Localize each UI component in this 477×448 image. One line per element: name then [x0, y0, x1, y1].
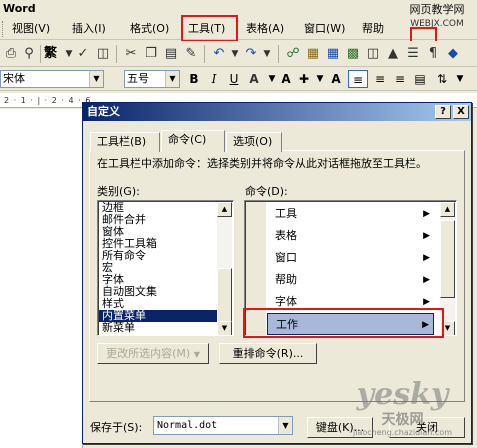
scroll-up-icon[interactable]: ▲: [440, 202, 455, 217]
menu-insert[interactable]: 插入(I): [72, 21, 106, 37]
categories-listbox[interactable]: 边框 邮件合并 窗体 控件工具箱 所有命令宏字体 自动图文集 样式 内置菜单 新菜单 ▲ ▼: [97, 200, 234, 336]
insert-excel-icon[interactable]: ▩: [344, 45, 362, 63]
command-item[interactable]: 帮助 ▶: [267, 269, 434, 291]
font-name-value: 宋体: [3, 72, 25, 85]
menu-view[interactable]: 视图(V): [12, 21, 50, 37]
submenu-arrow-icon: ▶: [423, 253, 430, 263]
document-page[interactable]: [0, 109, 83, 448]
columns-icon[interactable]: ◫: [364, 45, 382, 63]
toolbar-separator: [116, 45, 117, 63]
tables-borders-icon[interactable]: ▦: [304, 45, 322, 63]
command-item[interactable]: 窗口 ▶: [267, 247, 434, 269]
line-spacing-icon[interactable]: ⇅: [432, 70, 452, 88]
command-item[interactable]: 工具 ▶: [267, 203, 434, 225]
menu-gripper[interactable]: [2, 21, 5, 37]
close-button[interactable]: X: [453, 105, 469, 119]
cut-icon[interactable]: ✂: [122, 45, 140, 63]
command-item[interactable]: 表格 ▶: [267, 225, 434, 247]
menu-window[interactable]: 窗口(W): [304, 21, 345, 37]
character-scale-icon[interactable]: A: [276, 70, 296, 88]
dropdown-arrow-icon[interactable]: ▼: [450, 70, 470, 88]
command-label: 窗口: [275, 251, 297, 264]
rearrange-commands-button[interactable]: 重排命令(R)...: [219, 343, 317, 364]
category-item[interactable]: 所有命令: [99, 250, 217, 262]
submenu-arrow-icon: ▶: [423, 209, 430, 219]
toolbar-separator: [278, 45, 279, 63]
document-map-icon[interactable]: ☰: [404, 45, 422, 63]
modify-selection-label: 更改所选内容(M): [106, 347, 191, 360]
tab-toolbars[interactable]: 工具栏(B): [90, 132, 160, 152]
traditional-chinese-button[interactable]: 繁: [44, 45, 57, 63]
save-in-label: 保存于(S):: [90, 421, 143, 434]
character-border-icon[interactable]: A: [244, 70, 264, 88]
command-label: 帮助: [275, 273, 297, 286]
align-right-icon[interactable]: ≡: [390, 70, 410, 88]
menu-help[interactable]: 帮助: [362, 21, 384, 37]
command-label: 工具: [275, 207, 297, 220]
save-in-value: Normal.dot: [157, 420, 218, 431]
customize-dialog: 自定义 ? X 工具栏(B) 命令(C) 选项(O) 在工具栏中添加命令：选择类…: [82, 102, 472, 444]
tab-commands[interactable]: 命令(C): [161, 130, 225, 152]
font-size-combo[interactable]: 五号 ▼: [124, 70, 180, 88]
align-justify-icon[interactable]: ≡: [348, 70, 368, 88]
print-preview-icon[interactable]: ⚲: [20, 45, 38, 63]
dropdown-arrow-icon: ▼: [193, 350, 200, 359]
redo-dropdown-icon[interactable]: ▼: [258, 45, 276, 63]
work-command-highlight-box: [243, 308, 444, 338]
formatting-toolbar: 宋体 ▼ 五号 ▼ B I U A ▼ A ✚ ▼ A ≡ ≡ ≡ ▤ ⇅ ▼: [0, 67, 477, 91]
char-spacing-icon[interactable]: A: [326, 70, 346, 88]
categories-list: 边框 邮件合并 窗体 控件工具箱 所有命令宏字体 自动图文集 样式 内置菜单 新菜单: [99, 202, 217, 334]
save-in-combo[interactable]: Normal.dot ▼: [153, 416, 293, 435]
align-center-icon[interactable]: ≡: [370, 70, 390, 88]
copy-icon[interactable]: ❐: [142, 45, 160, 63]
command-label: 表格: [275, 229, 297, 242]
dialog-description: 在工具栏中添加命令：选择类别并将命令从此对话框拖放至工具栏。: [97, 157, 427, 170]
help-button[interactable]: ?: [435, 105, 451, 119]
distributed-align-icon[interactable]: ▤: [410, 70, 430, 88]
toolbar-separator: [204, 45, 205, 63]
underline-button[interactable]: U: [224, 70, 244, 88]
font-name-dropdown-icon[interactable]: ▼: [89, 71, 103, 87]
keyboard-button[interactable]: 键盘(K)...: [307, 417, 373, 438]
print-icon[interactable]: ⎙: [2, 45, 20, 63]
modify-selection-button: 更改所选内容(M) ▼: [97, 343, 209, 364]
italic-button[interactable]: I: [204, 70, 224, 88]
toolbar-separator: [40, 45, 41, 63]
paste-icon[interactable]: ▤: [162, 45, 180, 63]
submenu-arrow-icon: ▶: [423, 275, 430, 285]
categories-scrollbar[interactable]: ▲ ▼: [217, 202, 232, 335]
custom-tool-icon[interactable]: ◆: [444, 45, 462, 63]
standard-toolbar: ⎙ ⚲ 繁 ▼ ✓ ◫ ✂ ❐ ▤ ✎ ↶ ▼ ↷ ▼ ☍ ▦ ▦ ▩ ◫ ▲ …: [0, 41, 477, 67]
tools-menu-highlight-box: [181, 15, 238, 42]
research-icon[interactable]: ◫: [94, 45, 112, 63]
tab-options[interactable]: 选项(O): [226, 132, 282, 152]
top-watermark-line1: 网页教学网: [409, 3, 465, 16]
spelling-icon[interactable]: ✓: [74, 45, 92, 63]
close-dialog-button[interactable]: 关闭: [389, 417, 465, 438]
command-label: 字体: [275, 295, 297, 308]
commands-label: 命令(D):: [245, 185, 288, 198]
insert-table-icon[interactable]: ▦: [324, 45, 342, 63]
scroll-up-icon[interactable]: ▲: [217, 202, 232, 217]
font-name-combo[interactable]: 宋体 ▼: [0, 70, 104, 88]
menu-table[interactable]: 表格(A): [246, 21, 284, 37]
scroll-thumb[interactable]: [440, 220, 455, 298]
save-in-dropdown-icon[interactable]: ▼: [278, 417, 292, 434]
categories-label: 类别(G):: [97, 185, 140, 198]
hyperlink-icon[interactable]: ☍: [284, 45, 302, 63]
font-size-value: 五号: [127, 72, 149, 85]
dialog-title: 自定义: [83, 103, 471, 121]
scroll-thumb[interactable]: [217, 268, 232, 322]
format-painter-icon[interactable]: ✎: [182, 45, 200, 63]
show-hide-icon[interactable]: ¶: [424, 45, 442, 63]
bold-button[interactable]: B: [184, 70, 204, 88]
scroll-down-icon[interactable]: ▼: [217, 321, 232, 335]
submenu-arrow-icon: ▶: [423, 231, 430, 241]
font-size-dropdown-icon[interactable]: ▼: [165, 71, 179, 87]
menu-format[interactable]: 格式(O): [130, 21, 169, 37]
category-item[interactable]: 新菜单: [99, 322, 217, 334]
drawing-icon[interactable]: ▲: [384, 45, 402, 63]
